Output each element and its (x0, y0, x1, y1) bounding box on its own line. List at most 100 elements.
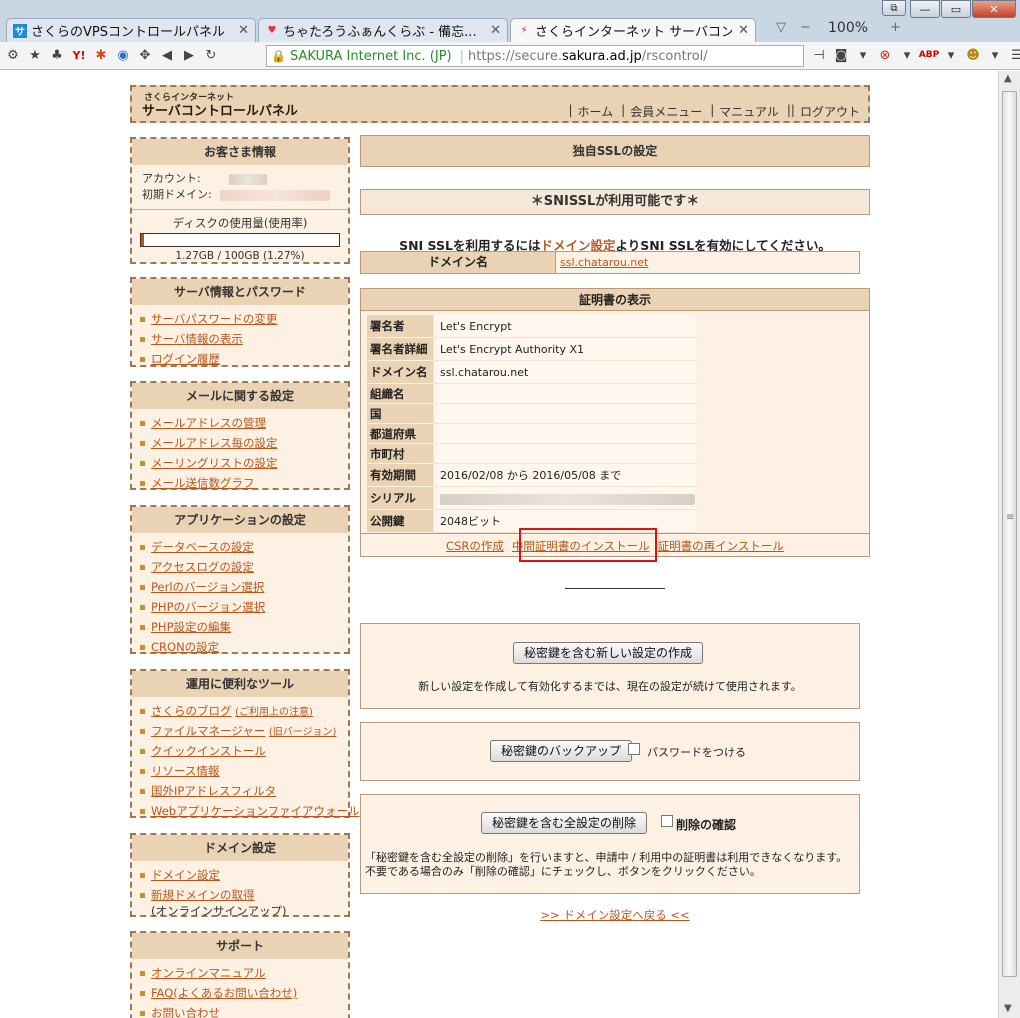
bookmark-icon[interactable]: ★ (26, 47, 44, 65)
tab-blog[interactable]: ♥ ちゃたろうふぁんくらぶ - 備忘... ✕ (258, 18, 508, 42)
link-mail-per-address[interactable]: メールアドレス毎の設定 (151, 436, 278, 450)
link-blog-note[interactable]: (ご利用上の注意) (235, 707, 313, 718)
tab-list-icon[interactable]: ▽ (776, 20, 786, 35)
yahoo-icon[interactable]: Y! (70, 47, 88, 65)
link-create-csr[interactable]: CSRの作成 (446, 538, 504, 554)
domain-value: ssl.chatarou.net (556, 252, 859, 273)
extension-icon[interactable]: ♣ (48, 47, 66, 65)
link-online-manual[interactable]: オンラインマニュアル (151, 966, 266, 980)
link-faq[interactable]: FAQ(よくあるお問い合わせ) (151, 986, 297, 1000)
nav-member-menu[interactable]: 会員メニュー (630, 103, 702, 120)
list-item: メールアドレスの管理 (140, 413, 340, 433)
link-file-manager[interactable]: ファイルマネージャー (151, 724, 265, 738)
delete-all-settings-button[interactable]: 秘密鍵を含む全設定の削除 (481, 812, 648, 834)
list-item: ファイルマネージャー (旧バージョン) (140, 721, 340, 741)
dropdown-icon[interactable]: ▾ (986, 46, 1004, 64)
delete-confirm-checkbox[interactable] (661, 815, 673, 827)
close-tab-icon[interactable]: ✕ (238, 23, 249, 38)
link-domain-settings[interactable]: ドメイン設定 (151, 868, 220, 882)
tab-vps-control-panel[interactable]: サ さくらのVPSコントロールパネル ✕ (6, 18, 256, 42)
cert-key: 署名者 (367, 315, 433, 338)
maximize-button[interactable]: ▭ (941, 0, 971, 18)
cert-value (433, 424, 697, 444)
scroll-up-icon[interactable]: ▲ (1004, 73, 1012, 84)
new-settings-note: 新しい設定を作成して有効化するまでは、現在の設定が続けて使用されます。 (418, 680, 802, 693)
monkey-icon[interactable]: ☻ (964, 46, 982, 64)
initial-domain-label: 初期ドメイン: (142, 188, 212, 201)
back-icon[interactable]: ◀ (158, 47, 176, 65)
cert-key: 国 (367, 404, 433, 424)
password-checkbox[interactable] (628, 743, 640, 755)
adblock-icon[interactable]: ABP (919, 46, 939, 64)
zoom-in-icon[interactable]: + (890, 20, 901, 35)
link-quick-install[interactable]: クイックインストール (151, 744, 266, 758)
link-php-settings[interactable]: PHP設定の編集 (151, 620, 231, 634)
cert-key: 有効期間 (367, 464, 433, 487)
link-access-log[interactable]: アクセスログの設定 (151, 560, 254, 574)
link-reinstall-certificate[interactable]: 証明書の再インストール (658, 538, 784, 554)
link-resource-info[interactable]: リソース情報 (151, 764, 219, 778)
certificate-table: 署名者 Let's Encrypt 署名者詳細 Let's Encrypt Auth… (367, 315, 697, 533)
forward-icon[interactable]: ▶ (180, 47, 198, 65)
link-server-info[interactable]: サーバ情報の表示 (151, 332, 243, 346)
disk-usage-value: 1.27GB / 100GB (1.27%) (175, 250, 305, 262)
pin-icon[interactable]: ⊣ (810, 46, 828, 64)
link-new-domain[interactable]: 新規ドメインの取得 (151, 888, 255, 902)
close-tab-icon[interactable]: ✕ (738, 23, 749, 38)
link-mail-address[interactable]: メールアドレスの管理 (151, 416, 266, 430)
scroll-thumb[interactable]: ≡ (1002, 91, 1017, 977)
scroll-down-icon[interactable]: ▼ (1004, 1003, 1012, 1014)
vertical-scrollbar[interactable]: ▲ ≡ ▼ (998, 71, 1020, 1018)
block-icon[interactable]: ⊗ (876, 46, 894, 64)
link-login-history[interactable]: ログイン履歴 (151, 352, 220, 366)
create-new-settings-button[interactable]: 秘密鍵を含む新しい設定の作成 (513, 642, 704, 664)
move-icon[interactable]: ✥ (136, 47, 154, 65)
delete-confirm-label: 削除の確認 (676, 818, 737, 832)
restore-tabs-icon[interactable]: ⧉ (882, 0, 906, 16)
address-bar[interactable]: 🔒 SAKURA Internet Inc. (JP) | https://se… (266, 45, 804, 67)
link-cron[interactable]: CRONの設定 (151, 640, 219, 654)
link-domain-value[interactable]: ssl.chatarou.net (560, 256, 648, 269)
list-item: さくらのブログ (ご利用上の注意) (140, 701, 340, 721)
link-contact[interactable]: お問い合わせ (151, 1006, 220, 1018)
menu-icon[interactable]: ⚙ (4, 47, 22, 65)
nav-manual[interactable]: マニュアル (719, 103, 779, 120)
link-ip-filter[interactable]: 国外IPアドレスフィルタ (151, 784, 276, 798)
cert-key: 組織名 (367, 384, 433, 404)
link-sakura-blog[interactable]: さくらのブログ (151, 704, 232, 718)
dropdown-icon[interactable]: ▾ (854, 46, 872, 64)
cert-value: ssl.chatarou.net (433, 361, 697, 384)
link-mail-graph[interactable]: メール送信数グラフ (151, 476, 255, 490)
link-database[interactable]: データベースの設定 (151, 540, 254, 554)
extension-icon[interactable]: ◉ (114, 47, 132, 65)
nav-home[interactable]: ホーム (578, 103, 614, 120)
link-mailing-list[interactable]: メーリングリストの設定 (151, 456, 278, 470)
redacted-domain (219, 189, 330, 201)
url-prefix: https://secure. (468, 48, 562, 64)
link-fm-old[interactable]: (旧バージョン) (269, 727, 337, 738)
page-viewport: さくらインターネット サーバコントロールパネル | ホーム | 会員メニュー | マニ… (0, 71, 998, 1018)
camera-icon[interactable]: ◙ (832, 46, 850, 64)
dropdown-icon[interactable]: ▾ (898, 46, 916, 64)
url-path: /rscontrol/ (641, 48, 708, 64)
reload-icon[interactable]: ↻ (202, 47, 220, 65)
table-row: 都道府県 (367, 424, 697, 444)
extension-icon[interactable]: ✱ (92, 47, 110, 65)
dropdown-icon[interactable]: ▾ (942, 46, 960, 64)
backup-key-button[interactable]: 秘密鍵のバックアップ (490, 740, 633, 762)
close-tab-icon[interactable]: ✕ (490, 23, 501, 38)
nav-logout[interactable]: ログアウト (800, 103, 860, 120)
tab-server-control-panel[interactable]: ⚡ さくらインターネット サーバコン... ✕ (510, 18, 756, 42)
link-perl-version[interactable]: Perlのバージョン選択 (151, 580, 264, 594)
list-item: ドメイン設定 (140, 865, 340, 885)
zoom-out-icon[interactable]: − (800, 20, 811, 35)
link-back-to-domain-settings[interactable]: >> ドメイン設定へ戻る << (540, 908, 689, 922)
minimize-button[interactable]: — (910, 0, 940, 18)
cert-key: 市町村 (367, 444, 433, 464)
table-row: 有効期間 2016/02/08 から 2016/05/08 まで (367, 464, 697, 487)
link-php-version[interactable]: PHPのバージョン選択 (151, 600, 265, 614)
link-waf[interactable]: Webアプリケーションファイアウォール (151, 804, 360, 818)
hamburger-menu-icon[interactable]: ☰ (1008, 46, 1020, 64)
link-server-password[interactable]: サーバパスワードの変更 (151, 312, 277, 326)
close-window-button[interactable]: ✕ (972, 0, 1016, 18)
